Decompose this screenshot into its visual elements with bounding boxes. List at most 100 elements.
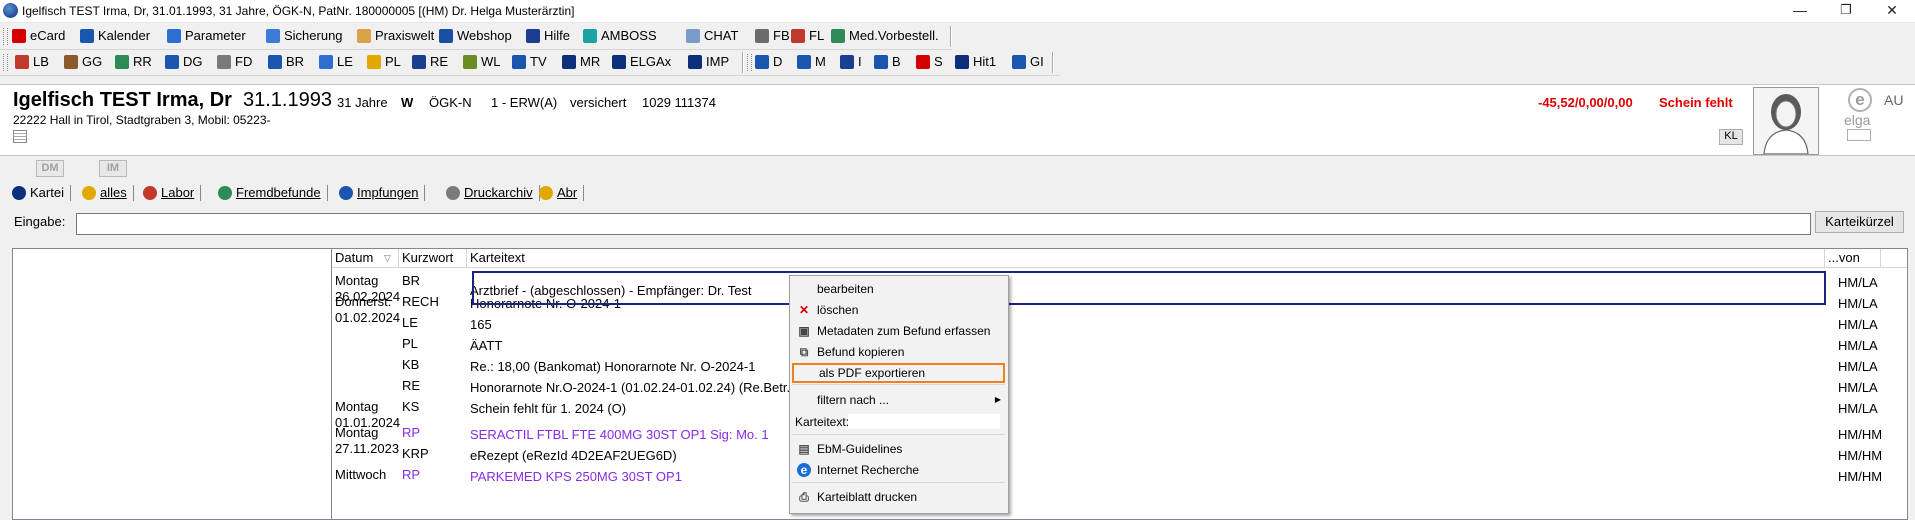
toolbar-button-chat[interactable]: CHAT: [686, 27, 738, 45]
tab-alles[interactable]: alles: [82, 183, 134, 203]
table-row[interactable]: LE 165 HM/LA: [332, 315, 1890, 335]
tab-divider: [583, 185, 585, 201]
toolbar-button-hit1[interactable]: Hit1: [955, 53, 996, 71]
menu-item-filtern-nach[interactable]: filtern nach ... ▶: [792, 390, 1005, 410]
restore-button[interactable]: ❐: [1823, 0, 1869, 22]
imp-icon: [688, 55, 702, 69]
eingabe-input[interactable]: [76, 213, 1811, 235]
toolbar-button-m[interactable]: M: [797, 53, 826, 71]
tab-divider: [424, 185, 426, 201]
tab-abr[interactable]: Abr: [539, 183, 585, 203]
menu-item-befund-kopieren[interactable]: ⧉ Befund kopieren: [792, 342, 1005, 362]
notes-icon[interactable]: [13, 130, 27, 143]
karteikuerzel-button[interactable]: Karteikürzel: [1815, 211, 1904, 233]
menu-item-internet-recherche[interactable]: e Internet Recherche: [792, 460, 1005, 480]
toolbar-button-tv[interactable]: TV: [512, 53, 547, 71]
toolbar-grip[interactable]: [3, 54, 8, 71]
toolbar-button-imp[interactable]: IMP: [688, 53, 729, 71]
tab-fremdbefunde[interactable]: Fremdbefunde: [218, 183, 328, 203]
toolbar-button-br[interactable]: BR: [268, 53, 304, 71]
row-karteitext: Schein fehlt für 1. 2024 (O): [470, 401, 627, 416]
menu-item-metadaten-zum-befund-erfassen[interactable]: ▣ Metadaten zum Befund erfassen: [792, 321, 1005, 341]
menu-item-ebm-guidelines[interactable]: ▤ EbM-Guidelines: [792, 439, 1005, 459]
table-row[interactable]: Montag 01.01.2024 KS Schein fehlt für 1. 20…: [332, 399, 1890, 430]
toolbar-button-fl[interactable]: FL: [791, 27, 824, 45]
column-header-von[interactable]: ...von: [1825, 249, 1881, 267]
patient-avatar[interactable]: [1753, 87, 1819, 155]
elga-icon[interactable]: e: [1848, 88, 1872, 112]
window-title: Igelfisch TEST Irma, Dr, 31.01.1993, 31 …: [22, 4, 575, 18]
im-badge[interactable]: IM: [99, 160, 127, 177]
table-row[interactable]: Montag 27.11.2023 RP SERACTIL FTBL FTE 400M…: [332, 425, 1890, 456]
toolbar-button-elgax[interactable]: ELGAx: [612, 53, 671, 71]
tab-kartei[interactable]: Kartei: [12, 183, 71, 203]
toolbar-button-fd[interactable]: FD: [217, 53, 252, 71]
toolbar-button-sicherung[interactable]: Sicherung: [266, 27, 343, 45]
row-kurzwort: RECH: [402, 294, 439, 309]
menu-item-karteitext[interactable]: Karteitext:: [792, 412, 1005, 432]
toolbar-button-fb[interactable]: FB: [755, 27, 790, 45]
toolbar-button-rr[interactable]: RR: [115, 53, 152, 71]
tab-divider: [326, 185, 328, 201]
toolbar-divider: [1052, 52, 1054, 73]
table-row[interactable]: PL ÄATT HM/LA: [332, 336, 1890, 356]
toolbar-button-hilfe[interactable]: Hilfe: [526, 27, 570, 45]
menu-item-als-pdf-exportieren[interactable]: als PDF exportieren: [792, 363, 1005, 383]
toolbar-button-b[interactable]: B: [874, 53, 901, 71]
ebm-icon: ▤: [798, 442, 810, 456]
dg-icon: [165, 55, 179, 69]
table-row[interactable]: RE Honorarnote Nr.O-2024-1 (01.02.24-01.0…: [332, 378, 1890, 398]
toolbar-button-label: LE: [337, 54, 353, 69]
toolbar-button-praxiswelt[interactable]: Praxiswelt: [357, 27, 434, 45]
toolbar-button-wl[interactable]: WL: [463, 53, 501, 71]
column-header-karteitext[interactable]: Karteitext: [467, 249, 1825, 267]
toolbar-button-s[interactable]: S: [916, 53, 943, 71]
tab-labor[interactable]: Labor: [143, 183, 202, 203]
toolbar-button-pl[interactable]: PL: [367, 53, 401, 71]
toolbar-button-medvorbestell[interactable]: Med.Vorbestell.: [831, 27, 939, 45]
row-kurzwort: RP: [402, 467, 421, 482]
fl-icon: [791, 29, 805, 43]
toolbar-button-dg[interactable]: DG: [165, 53, 203, 71]
tab-divider: [200, 185, 202, 201]
toolbar-grip[interactable]: [3, 28, 8, 45]
toolbar-button-re[interactable]: RE: [412, 53, 448, 71]
toolbar-button-d[interactable]: D: [755, 53, 782, 71]
column-header-kurzwort[interactable]: Kurzwort: [399, 249, 467, 267]
toolbar-grip[interactable]: [747, 54, 752, 71]
patient-balance: -45,52/0,00/0,00: [1538, 95, 1633, 110]
toolbar-button-ecard[interactable]: eCard: [12, 27, 65, 45]
toolbar-button-gg[interactable]: GG: [64, 53, 102, 71]
toolbar-button-i[interactable]: I: [840, 53, 862, 71]
menu-item-löschen[interactable]: ✕ löschen: [792, 300, 1005, 320]
minimize-button[interactable]: —: [1777, 0, 1823, 22]
karteitext-field[interactable]: [848, 414, 1000, 429]
menu-item-karteiblatt-drucken[interactable]: ⎙ Karteiblatt drucken: [792, 487, 1005, 507]
toolbar-button-lb[interactable]: LB: [15, 53, 49, 71]
table-row[interactable]: KRP eRezept (eRezId 4D2EAF2UEG6D) HM/HM: [332, 446, 1890, 466]
toolbar-button-label: Hit1: [973, 54, 997, 69]
toolbar-button-webshop[interactable]: Webshop: [439, 27, 512, 45]
table-row[interactable]: Mittwoch RP PARKEMED KPS 250MG 30ST OP1 HM/…: [332, 467, 1890, 487]
toolbar-button-mr[interactable]: MR: [562, 53, 600, 71]
mr-icon: [562, 55, 576, 69]
row-kurzwort: KS: [402, 399, 420, 414]
au-label[interactable]: AU: [1884, 92, 1903, 108]
toolbar-button-gi[interactable]: GI: [1012, 53, 1044, 71]
row-von: HM/LA: [1838, 317, 1878, 332]
column-header-datum[interactable]: Datum ▽: [332, 249, 399, 267]
toolbar-button-kalender[interactable]: Kalender: [80, 27, 150, 45]
tab-impfungen[interactable]: Impfungen: [339, 183, 426, 203]
dm-badge[interactable]: DM: [36, 160, 64, 177]
close-button[interactable]: ✕: [1869, 0, 1915, 22]
menu-item-bearbeiten[interactable]: bearbeiten: [792, 279, 1005, 299]
kl-badge[interactable]: KL: [1719, 129, 1743, 145]
toolbar-button-parameter[interactable]: Parameter: [167, 27, 246, 45]
left-tree-pane[interactable]: [12, 248, 334, 520]
toolbar-button-le[interactable]: LE: [319, 53, 353, 71]
toolbar-button-label: S: [934, 54, 943, 69]
table-row[interactable]: KB Re.: 18,00 (Bankomat) Honorarnote Nr. …: [332, 357, 1890, 377]
tab-druckarchiv[interactable]: Druckarchiv: [446, 183, 540, 203]
toolbar-button-amboss[interactable]: AMBOSS: [583, 27, 657, 45]
toolbar-button-label: RR: [133, 54, 152, 69]
